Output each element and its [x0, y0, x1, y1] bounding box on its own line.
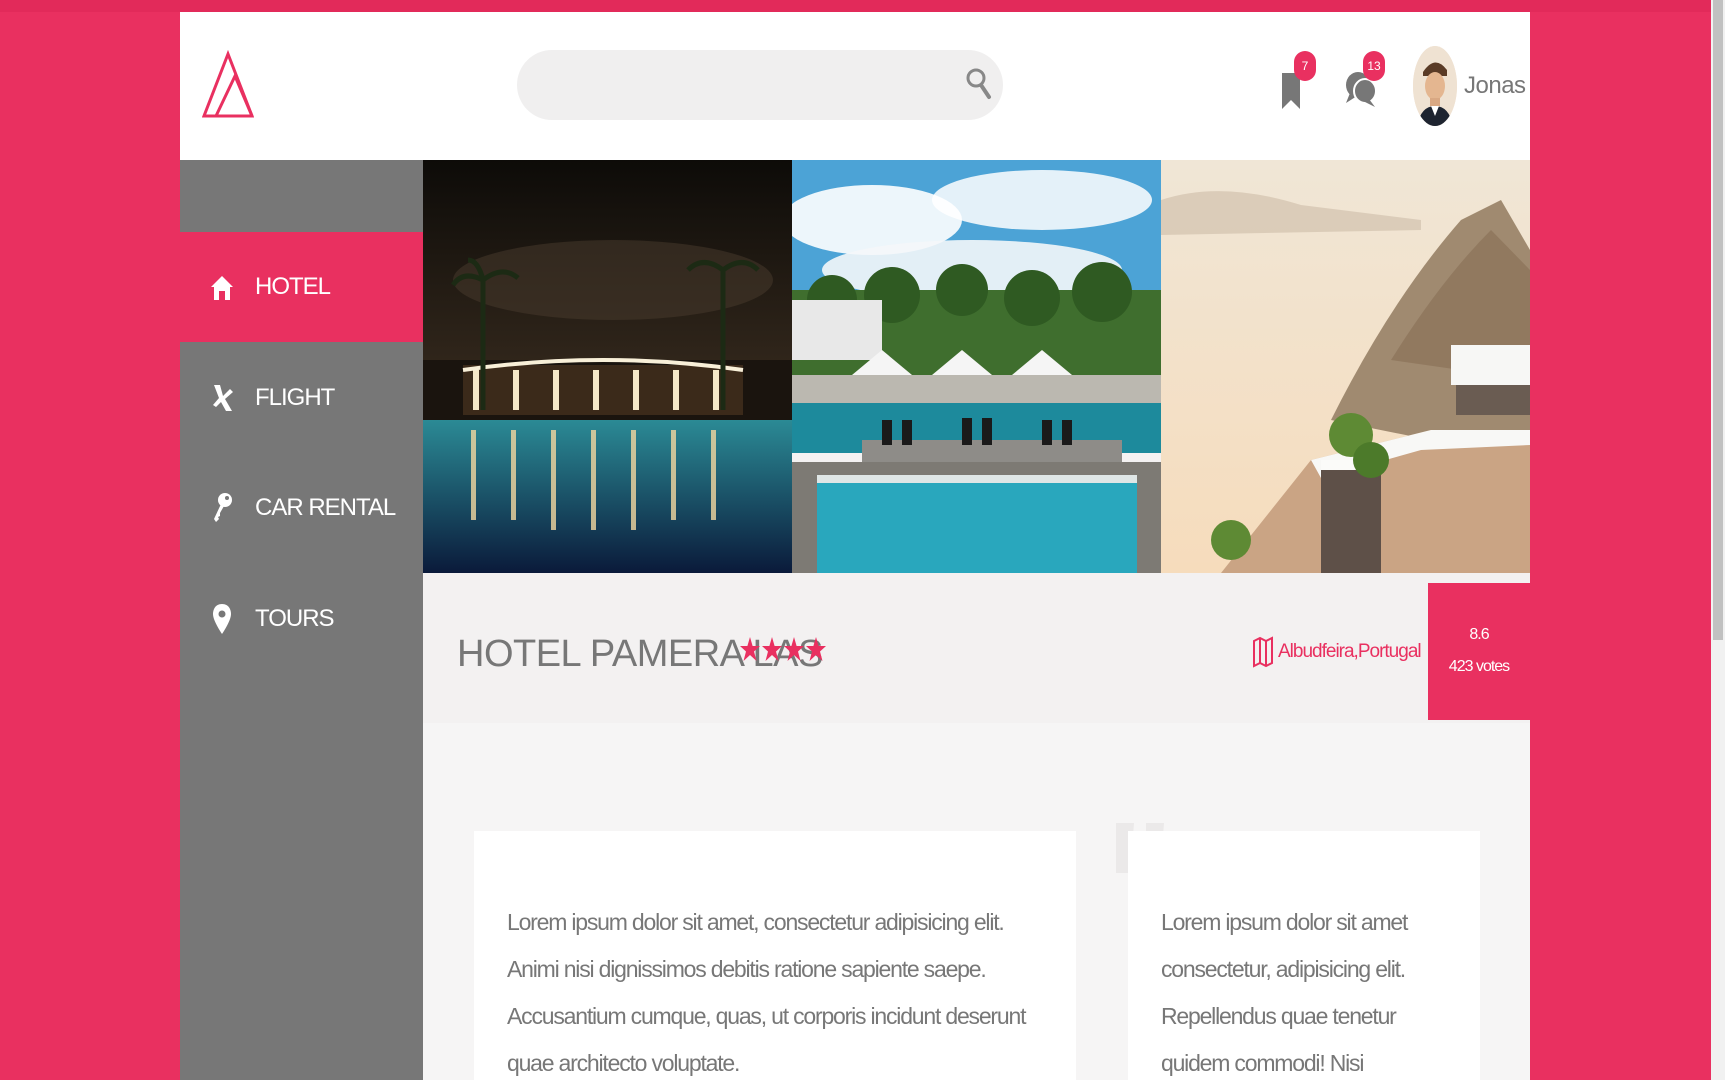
hotel-location-link[interactable]: Albudfeira,Portugal — [1252, 635, 1422, 669]
user-photo — [1413, 46, 1457, 126]
avatar[interactable] — [1413, 46, 1457, 126]
user-name[interactable]: Jonas — [1464, 72, 1526, 100]
sidebar-item-car-rental[interactable]: CAR RENTAL — [180, 453, 423, 563]
hotel-info-bar: HOTEL PAMERA LAS Albudfeira,Portugal 8.6… — [423, 573, 1530, 723]
map-pin-icon — [213, 604, 231, 634]
page-scrollbar[interactable] — [1711, 0, 1725, 1080]
home-icon — [211, 276, 233, 300]
scrollbar-thumb[interactable] — [1713, 0, 1723, 640]
sidebar-item-label: HOTEL — [255, 273, 331, 300]
plane-icon — [213, 385, 233, 411]
messages-count-badge: 13 — [1363, 51, 1385, 81]
hotel-description-section: Lorem ipsum dolor sit amet, consectetur … — [423, 723, 1530, 1080]
map-icon — [1253, 636, 1273, 668]
pool-day-image — [792, 160, 1161, 573]
gallery-photo-cliffside-terrace[interactable] — [1161, 160, 1530, 573]
star-icon — [784, 637, 804, 661]
sidebar-item-label: TOURS — [255, 605, 335, 632]
key-icon — [214, 493, 232, 522]
gallery-photo-hotel-pool-night[interactable] — [423, 160, 792, 573]
hotel-location-text: Albudfeira,Portugal — [1278, 641, 1422, 662]
star-icon — [762, 637, 782, 661]
search-bar[interactable] — [517, 50, 1003, 120]
description-text: Lorem ipsum dolor sit amet, consectetur … — [507, 909, 1026, 1076]
sidebar-item-hotel[interactable]: HOTEL — [180, 232, 423, 342]
messages-button[interactable]: 13 — [1341, 51, 1385, 117]
sidebar-item-flight[interactable]: FLIGHT — [180, 343, 423, 453]
cliffside-image — [1161, 160, 1530, 573]
star-icon — [740, 637, 760, 661]
bookmarks-button[interactable]: 7 — [1272, 51, 1316, 117]
search-icon[interactable] — [965, 66, 993, 100]
pool-night-image — [423, 160, 792, 573]
page-top-strip — [0, 0, 1725, 12]
logo-icon[interactable] — [202, 50, 254, 122]
sidebar-item-tours[interactable]: TOURS — [180, 564, 423, 674]
search-input[interactable] — [543, 68, 927, 104]
app-window: 7 13 Jonas HOTEL FLIGHT CAR RENTAL TOURS… — [180, 12, 1530, 1080]
sidebar-item-label: FLIGHT — [255, 384, 335, 411]
rating-score: 8.6 — [1469, 626, 1489, 643]
photo-gallery — [423, 160, 1530, 573]
header: 7 13 Jonas — [180, 12, 1530, 160]
star-icon — [806, 637, 826, 661]
gallery-photo-hotel-pool-day[interactable] — [792, 160, 1161, 573]
bookmarks-count-badge: 7 — [1294, 51, 1316, 81]
rating-box: 8.6 423 votes — [1428, 583, 1530, 720]
description-card: Lorem ipsum dolor sit amet, consectetur … — [474, 831, 1076, 1080]
sidebar-item-label: CAR RENTAL — [255, 494, 396, 521]
review-text: Lorem ipsum dolor sit amet consectetur, … — [1161, 909, 1408, 1076]
star-rating — [740, 635, 826, 667]
review-card: Lorem ipsum dolor sit amet consectetur, … — [1128, 831, 1480, 1080]
rating-votes: 423 votes — [1448, 658, 1510, 675]
sidebar-nav: HOTEL FLIGHT CAR RENTAL TOURS — [180, 160, 423, 1080]
